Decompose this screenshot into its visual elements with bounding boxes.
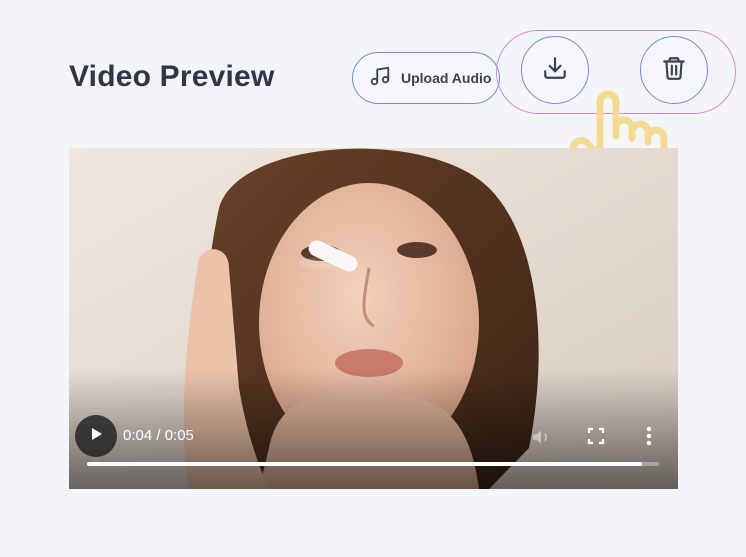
progress-fill [87,462,642,466]
download-icon [542,55,568,86]
trash-icon [661,55,687,86]
fullscreen-icon[interactable] [587,427,605,450]
progress-bar[interactable] [87,462,659,466]
volume-icon[interactable] [530,426,552,453]
more-options-icon[interactable] [645,426,653,451]
page-title: Video Preview [69,60,275,93]
play-button[interactable] [75,415,117,457]
video-player[interactable]: 0:04 / 0:05 [69,148,678,489]
play-icon [88,426,104,447]
music-note-icon [369,65,391,92]
upload-audio-button[interactable]: Upload Audio [352,52,500,104]
upload-audio-label: Upload Audio [401,70,492,86]
time-display: 0:04 / 0:05 [123,427,194,444]
